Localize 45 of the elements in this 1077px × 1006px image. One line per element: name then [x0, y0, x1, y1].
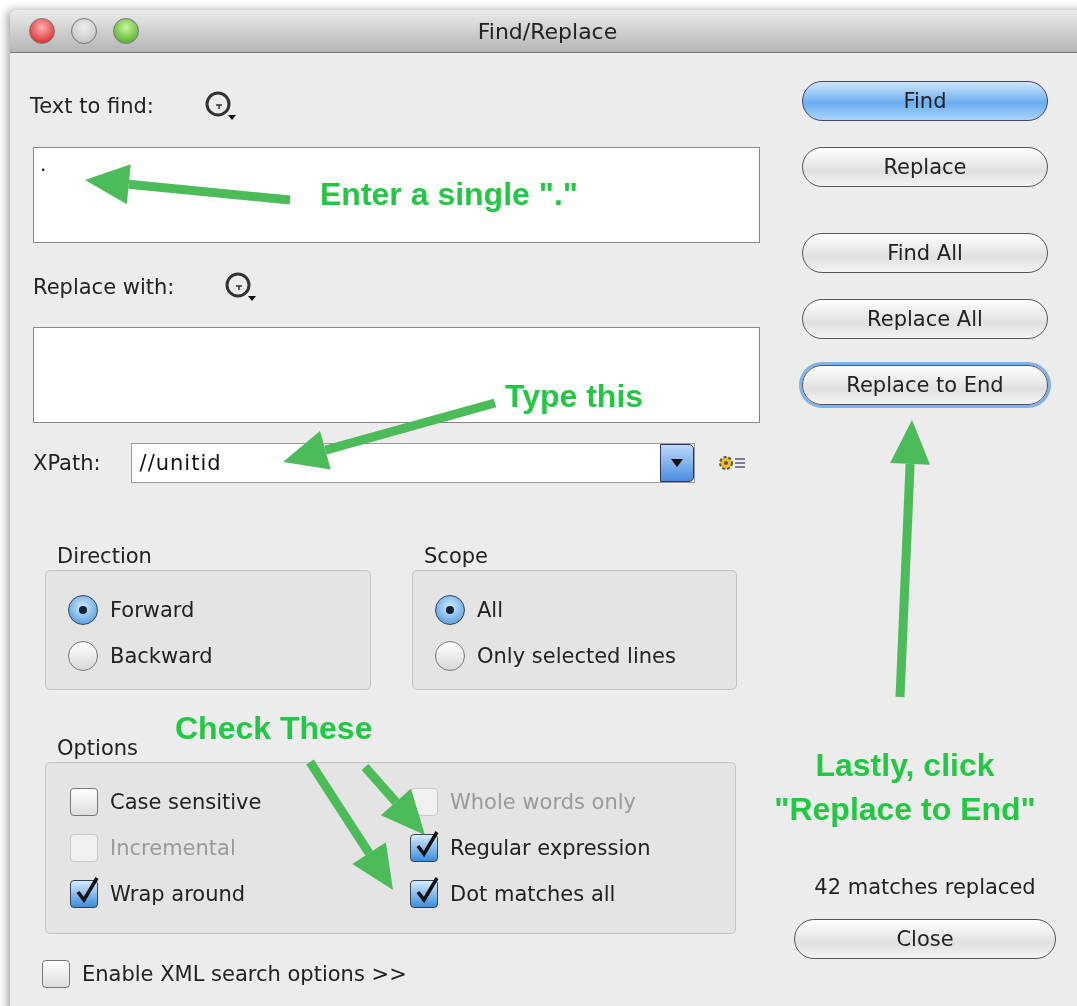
radio-button[interactable]	[435, 595, 465, 625]
annotation-text: Check These	[175, 710, 373, 747]
checkbox-label: Dot matches all	[450, 882, 616, 906]
radio-label: All	[477, 598, 504, 622]
radio-label: Forward	[110, 598, 195, 622]
checkbox-label: Incremental	[110, 836, 236, 860]
group-title: Scope	[424, 543, 489, 570]
dropdown-icon[interactable]	[669, 458, 684, 468]
checkbox-label: Wrap around	[110, 882, 246, 906]
checkbox[interactable]	[410, 834, 438, 862]
field-label: XPath:	[33, 451, 101, 475]
checkbox-label: Regular expression	[450, 836, 651, 860]
close-window-button[interactable]	[29, 18, 55, 44]
replace-field[interactable]	[33, 327, 760, 423]
radio-button[interactable]	[68, 641, 98, 671]
annotation-text: Lastly, click	[814, 747, 996, 784]
radio-label: Backward	[110, 644, 213, 668]
checkbox[interactable]	[70, 788, 98, 816]
checkbox-label: Case sensitive	[110, 790, 262, 814]
status-text: 42 matches replaced	[814, 875, 1036, 899]
annotation-text: Type this	[505, 378, 644, 415]
checkbox-label: Enable XML search options >>	[82, 962, 407, 986]
xpath-combo-box[interactable]: //unitid	[130, 443, 695, 483]
zoom-window-button[interactable]	[113, 18, 139, 44]
group-title: Direction	[57, 543, 153, 570]
radio-button[interactable]	[68, 595, 98, 625]
field-label: Replace with:	[33, 275, 175, 299]
button[interactable]: Find All	[802, 233, 1048, 273]
button[interactable]: Replace	[802, 147, 1048, 187]
button[interactable]: Replace All	[802, 299, 1048, 339]
radio-label: Only selected lines	[477, 644, 676, 668]
close-button[interactable]: Close	[794, 919, 1056, 959]
window-title: Find/Replace	[477, 18, 618, 44]
default-button[interactable]: Find	[802, 81, 1048, 121]
checkbox[interactable]	[70, 880, 98, 908]
checkbox-label: Whole words only	[450, 790, 636, 814]
field-label: Text to find:	[30, 94, 154, 118]
group-title: Options	[57, 735, 140, 762]
button[interactable]: Replace to End	[802, 365, 1048, 405]
gear-icon[interactable]	[716, 453, 747, 473]
annotation-text: "Replace to End"	[773, 791, 1037, 828]
radio-button[interactable]	[435, 641, 465, 671]
annotation-text: Enter a single "."	[320, 176, 578, 213]
checkbox[interactable]	[42, 960, 70, 988]
checkbox[interactable]	[410, 880, 438, 908]
